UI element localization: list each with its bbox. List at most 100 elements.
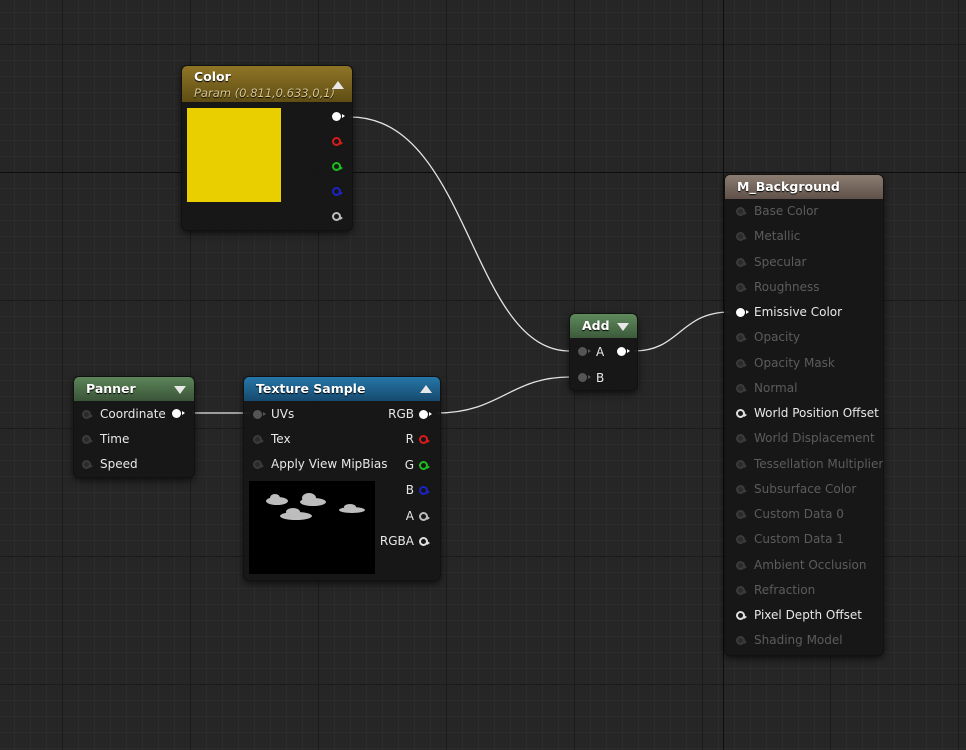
result-input-pin[interactable]	[736, 636, 747, 646]
result-input-row: Refraction	[754, 580, 880, 600]
result-input-pin[interactable]	[736, 484, 747, 494]
panner-input-row: Speed	[100, 454, 180, 474]
panner-node-header[interactable]: Panner	[74, 377, 194, 401]
result-input-row: Opacity	[754, 327, 880, 347]
wire-color-to-add-a[interactable]	[349, 116, 571, 352]
g-output-pin[interactable]	[332, 162, 343, 171]
result-input-pin[interactable]	[736, 611, 747, 620]
pin-label: Base Color	[754, 204, 819, 218]
result-input-pin[interactable]	[736, 383, 747, 393]
panner-node-title: Panner	[86, 381, 136, 396]
r-output-pin[interactable]	[332, 137, 343, 146]
texture-input-pin[interactable]	[253, 410, 266, 419]
result-input-pin[interactable]	[736, 434, 747, 444]
texture-output-pin-a[interactable]	[419, 511, 430, 521]
result-input-row: Tessellation Multiplier	[754, 454, 883, 474]
result-input-row: Metallic	[754, 226, 880, 246]
pin-label: A	[596, 345, 605, 359]
coordinate-pin[interactable]	[82, 410, 93, 419]
add-node[interactable]: Add AB	[570, 314, 637, 390]
add-node-header[interactable]: Add	[570, 314, 637, 338]
pin-label: R	[405, 432, 414, 447]
result-input-row: Custom Data 0	[754, 504, 880, 524]
wire-texture-rgb-to-add-b[interactable]	[436, 376, 571, 414]
texture-input-pin[interactable]	[253, 460, 264, 469]
pin-label: A	[405, 508, 414, 523]
speed-pin[interactable]	[82, 460, 93, 469]
time-pin[interactable]	[82, 435, 93, 444]
pin-label: Speed	[100, 457, 138, 471]
pin-label: Opacity	[754, 330, 801, 345]
pin-label: Metallic	[754, 229, 801, 244]
pin-label: Shading Model	[754, 633, 843, 648]
texture-output-pin-g[interactable]	[419, 460, 430, 470]
b-output-pin[interactable]	[332, 187, 343, 196]
pin-label: World Position Offset	[754, 406, 879, 420]
color-node-header[interactable]: Color Param (0.811,0.633,0,1)	[182, 66, 352, 102]
result-input-row: Shading Model	[754, 630, 880, 650]
result-input-row: Base Color	[754, 201, 880, 221]
pin-label: Specular	[754, 254, 807, 269]
texture-output-pin-rgba[interactable]	[419, 537, 430, 546]
pin-label: Custom Data 1	[754, 532, 844, 547]
color-node-title: Color	[194, 69, 231, 84]
result-input-row: Ambient Occlusion	[754, 555, 880, 575]
result-input-pin[interactable]	[736, 232, 747, 242]
pin-label: Refraction	[754, 582, 816, 597]
rgb-output-pin[interactable]	[332, 112, 345, 121]
result-input-pin[interactable]	[736, 358, 747, 368]
texture-output-pin-r[interactable]	[419, 435, 430, 445]
collapse-arrow-icon[interactable]	[617, 323, 629, 331]
texture-sample-node[interactable]: Texture Sample UVs Tex Apply View MipBias …	[244, 377, 440, 580]
result-input-pin[interactable]	[736, 282, 747, 292]
result-input-pin[interactable]	[736, 207, 747, 216]
collapse-arrow-icon[interactable]	[420, 385, 432, 393]
result-input-row: World Position Offset	[754, 403, 880, 423]
pin-label: B	[405, 483, 414, 498]
texture-sample-header[interactable]: Texture Sample	[244, 377, 440, 401]
add-output-pin[interactable]	[617, 347, 630, 356]
texture-output-row: R	[344, 429, 414, 449]
result-input-row: Custom Data 1	[754, 529, 880, 549]
panner-node[interactable]: Panner Coordinate Time Speed	[74, 377, 194, 477]
result-input-row: Emissive Color	[754, 302, 880, 322]
a-input-pin[interactable]	[578, 347, 591, 356]
pin-label: World Displacement	[754, 431, 875, 446]
collapse-arrow-icon[interactable]	[174, 386, 186, 394]
pin-label: B	[596, 371, 605, 385]
result-input-pin[interactable]	[736, 535, 747, 545]
result-input-pin[interactable]	[736, 560, 747, 570]
pin-label: Ambient Occlusion	[754, 557, 867, 572]
panner-input-row: Time	[100, 429, 180, 449]
b-input-pin[interactable]	[578, 373, 591, 382]
color-node-subtitle: Param (0.811,0.633,0,1)	[194, 86, 336, 100]
pin-label: Opacity Mask	[754, 355, 835, 370]
pin-label: Roughness	[754, 279, 820, 294]
color-parameter-node[interactable]: Color Param (0.811,0.633,0,1)	[182, 66, 352, 230]
result-input-pin[interactable]	[736, 510, 747, 519]
result-input-row: Roughness	[754, 277, 880, 297]
texture-output-pin-rgb[interactable]	[419, 410, 432, 419]
result-input-pin[interactable]	[736, 585, 747, 595]
result-input-pin[interactable]	[736, 409, 747, 418]
material-result-node[interactable]: M_Background Base Color Metallic Specular R…	[725, 175, 883, 655]
a-output-pin[interactable]	[332, 212, 343, 221]
collapse-arrow-icon[interactable]	[332, 81, 344, 89]
result-input-pin[interactable]	[736, 459, 747, 469]
panner-output-pin[interactable]	[172, 409, 185, 418]
pin-label: Pixel Depth Offset	[754, 608, 862, 622]
result-input-row: Opacity Mask	[754, 353, 880, 373]
pin-label: Subsurface Color	[754, 481, 857, 496]
pin-label: Tessellation Multiplier	[754, 456, 883, 471]
result-input-row: Pixel Depth Offset	[754, 605, 880, 625]
panner-input-row: Coordinate	[100, 404, 180, 424]
result-input-pin[interactable]	[736, 257, 747, 267]
pin-label: RGBA	[379, 534, 414, 548]
texture-output-pin-b[interactable]	[419, 486, 430, 496]
material-result-header[interactable]: M_Background	[725, 175, 883, 199]
texture-input-pin[interactable]	[253, 435, 264, 444]
wire-add-to-emissive[interactable]	[633, 311, 731, 352]
cloud-icon	[266, 493, 365, 520]
result-input-pin[interactable]	[736, 308, 749, 317]
result-input-pin[interactable]	[736, 333, 747, 343]
